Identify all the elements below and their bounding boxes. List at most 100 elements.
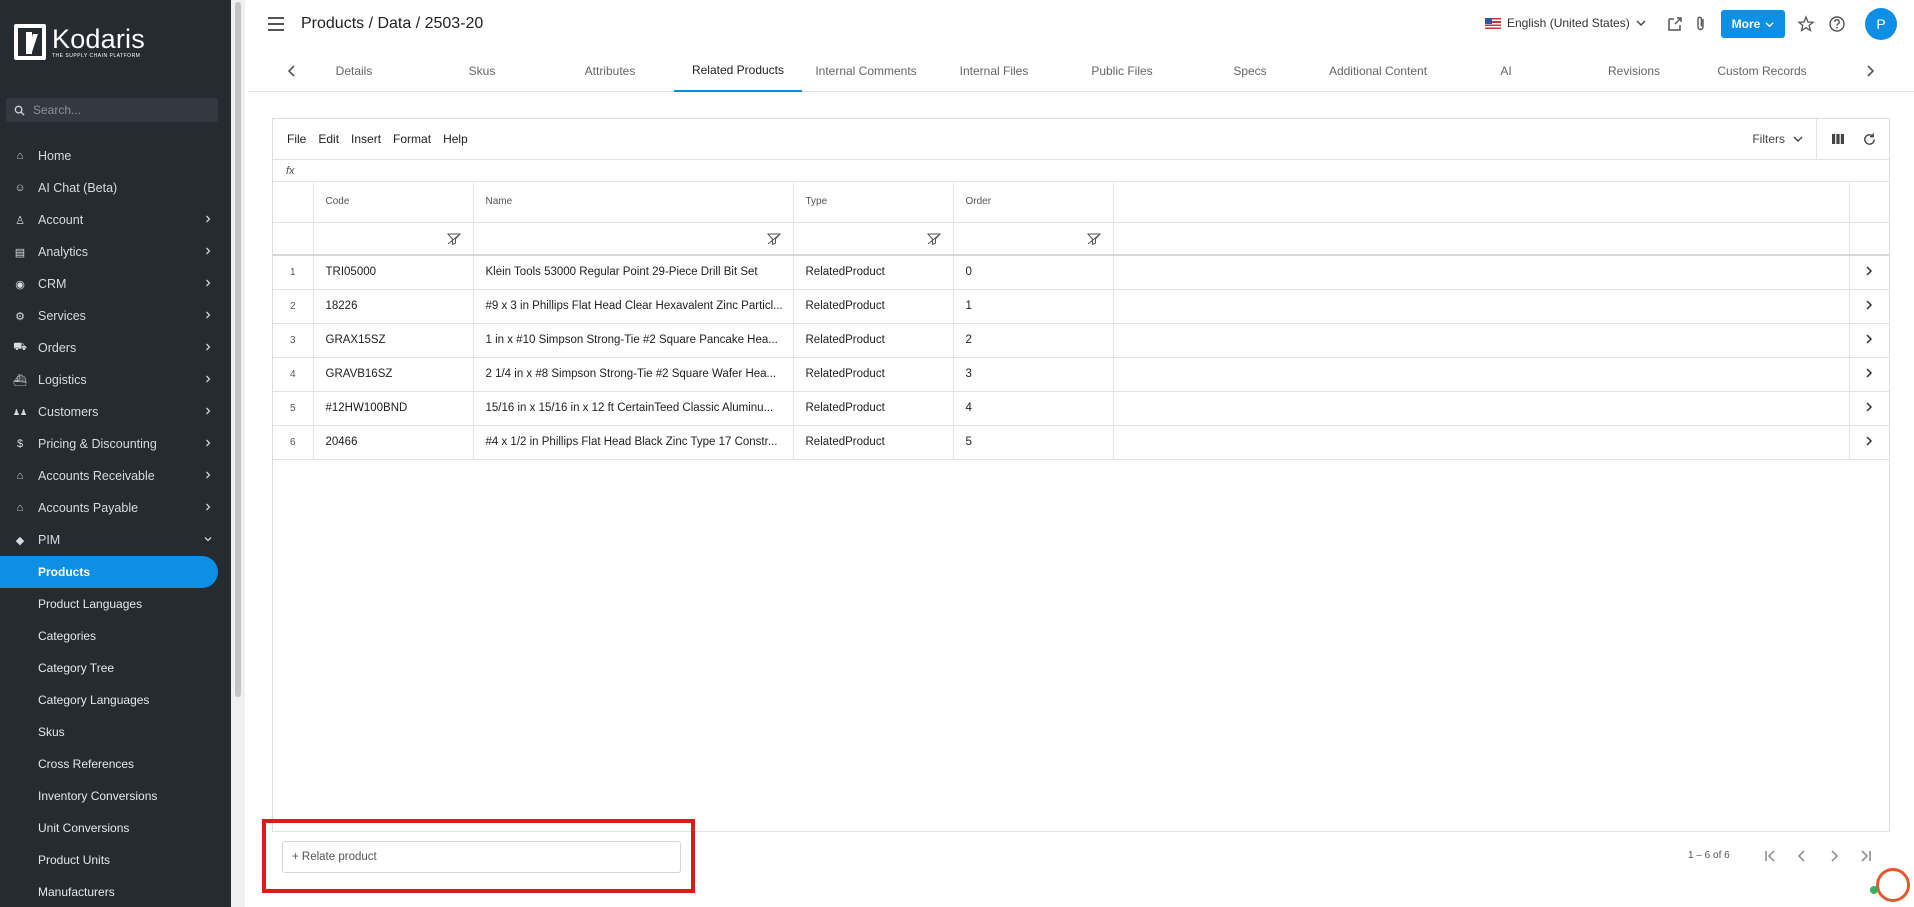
menu-toggle-icon[interactable] xyxy=(268,17,284,31)
table-row[interactable]: 1 TRI05000 Klein Tools 53000 Regular Point… xyxy=(273,255,1889,290)
help-icon[interactable] xyxy=(1828,15,1846,33)
sidebar-item-pim[interactable]: ◆ PIM xyxy=(0,524,231,556)
menu-file[interactable]: File xyxy=(287,132,306,146)
cell-order[interactable]: 3 xyxy=(953,357,1114,392)
cell-order[interactable]: 0 xyxy=(953,255,1114,290)
sidebar-subitem-cross-references[interactable]: Cross References xyxy=(0,748,231,780)
cell-type[interactable]: RelatedProduct xyxy=(793,289,954,324)
columns-icon[interactable] xyxy=(1831,132,1845,146)
row-open-button[interactable] xyxy=(1849,289,1889,324)
sidebar-subitem-categories[interactable]: Categories xyxy=(0,620,231,652)
filter-cell-code[interactable] xyxy=(313,222,474,256)
sidebar-item-home[interactable]: ⌂ Home xyxy=(0,140,231,172)
open-external-icon[interactable] xyxy=(1666,15,1684,33)
sidebar-subitem-category-languages[interactable]: Category Languages xyxy=(0,684,231,716)
filter-clear-icon[interactable] xyxy=(766,233,781,245)
sidebar-item-ai-chat-beta[interactable]: ☺ AI Chat (Beta) xyxy=(0,172,231,204)
more-button[interactable]: More xyxy=(1721,10,1785,38)
language-selector[interactable]: English (United States) xyxy=(1485,16,1646,30)
row-open-button[interactable] xyxy=(1849,255,1889,290)
cell-name[interactable]: #4 x 1/2 in Phillips Flat Head Black Zin… xyxy=(473,425,794,460)
tab-attributes[interactable]: Attributes xyxy=(546,50,674,92)
sidebar-subitem-manufacturers[interactable]: Manufacturers xyxy=(0,876,231,907)
formula-bar[interactable]: fx xyxy=(273,160,1889,182)
sidebar-item-crm[interactable]: ◉ CRM xyxy=(0,268,231,300)
last-page-icon[interactable] xyxy=(1858,848,1874,864)
sidebar-search-input[interactable]: Search... xyxy=(6,98,218,122)
cell-name[interactable]: 2 1/4 in x #8 Simpson Strong-Tie #2 Squa… xyxy=(473,357,794,392)
cell-code[interactable]: 20466 xyxy=(313,425,474,460)
sidebar-scrollbar[interactable] xyxy=(231,0,245,907)
cell-name[interactable]: Klein Tools 53000 Regular Point 29-Piece… xyxy=(473,255,794,290)
column-header-code[interactable]: Code xyxy=(313,182,474,223)
filter-cell-type[interactable] xyxy=(793,222,954,256)
table-row[interactable]: 4 GRAVB16SZ 2 1/4 in x #8 Simpson Strong-T… xyxy=(273,357,1889,392)
sidebar-item-account[interactable]: ♙ Account xyxy=(0,204,231,236)
sidebar-subitem-unit-conversions[interactable]: Unit Conversions xyxy=(0,812,231,844)
cell-code[interactable]: GRAX15SZ xyxy=(313,323,474,358)
row-open-button[interactable] xyxy=(1849,391,1889,426)
sidebar-item-services[interactable]: ⚙ Services xyxy=(0,300,231,332)
tab-related-products[interactable]: Related Products xyxy=(674,50,802,92)
cell-type[interactable]: RelatedProduct xyxy=(793,357,954,392)
table-row[interactable]: 6 20466 #4 x 1/2 in Phillips Flat Head Bla… xyxy=(273,425,1889,460)
cell-code[interactable]: TRI05000 xyxy=(313,255,474,290)
table-row[interactable]: 3 GRAX15SZ 1 in x #10 Simpson Strong-Tie #… xyxy=(273,323,1889,358)
cell-order[interactable]: 2 xyxy=(953,323,1114,358)
filter-cell-name[interactable] xyxy=(473,222,794,256)
sidebar-subitem-skus[interactable]: Skus xyxy=(0,716,231,748)
menu-insert[interactable]: Insert xyxy=(351,132,381,146)
table-row[interactable]: 2 18226 #9 x 3 in Phillips Flat Head Clear… xyxy=(273,289,1889,324)
filter-clear-icon[interactable] xyxy=(1086,233,1101,245)
tab-skus[interactable]: Skus xyxy=(418,50,546,92)
next-page-icon[interactable] xyxy=(1826,848,1842,864)
tab-public-files[interactable]: Public Files xyxy=(1058,50,1186,92)
tab-ai[interactable]: AI xyxy=(1442,50,1570,92)
cell-order[interactable]: 4 xyxy=(953,391,1114,426)
tabs-scroll-right-icon[interactable] xyxy=(1862,63,1878,79)
cell-type[interactable]: RelatedProduct xyxy=(793,391,954,426)
star-icon[interactable] xyxy=(1797,15,1815,33)
kodaris-logo[interactable]: Kodaris THE SUPPLY CHAIN PLATFORM xyxy=(14,22,145,62)
refresh-icon[interactable] xyxy=(1862,132,1877,147)
cell-type[interactable]: RelatedProduct xyxy=(793,323,954,358)
chat-support-icon[interactable] xyxy=(1876,868,1910,902)
column-header-order[interactable]: Order xyxy=(953,182,1114,223)
sidebar-item-analytics[interactable]: ▤ Analytics xyxy=(0,236,231,268)
tab-revisions[interactable]: Revisions xyxy=(1570,50,1698,92)
filter-clear-icon[interactable] xyxy=(926,233,941,245)
menu-help[interactable]: Help xyxy=(443,132,468,146)
cell-order[interactable]: 1 xyxy=(953,289,1114,324)
cell-code[interactable]: GRAVB16SZ xyxy=(313,357,474,392)
tab-custom-records[interactable]: Custom Records xyxy=(1698,50,1826,92)
column-header-name[interactable]: Name xyxy=(473,182,794,223)
row-open-button[interactable] xyxy=(1849,425,1889,460)
cell-code[interactable]: 18226 xyxy=(313,289,474,324)
menu-format[interactable]: Format xyxy=(393,132,431,146)
table-row[interactable]: 5 #12HW100BND 15/16 in x 15/16 in x 12 ft … xyxy=(273,391,1889,426)
sidebar-item-accounts-payable[interactable]: ⌂ Accounts Payable xyxy=(0,492,231,524)
sidebar-subitem-product-languages[interactable]: Product Languages xyxy=(0,588,231,620)
filter-cell-order[interactable] xyxy=(953,222,1114,256)
cell-order[interactable]: 5 xyxy=(953,425,1114,460)
user-avatar[interactable]: P xyxy=(1865,8,1897,40)
sidebar-subitem-inventory-conversions[interactable]: Inventory Conversions xyxy=(0,780,231,812)
sidebar-scrollbar-thumb[interactable] xyxy=(235,2,241,697)
sidebar-subitem-products[interactable]: Products xyxy=(0,556,218,588)
tab-additional-content[interactable]: Additional Content xyxy=(1314,50,1442,92)
tab-specs[interactable]: Specs xyxy=(1186,50,1314,92)
cell-name[interactable]: 1 in x #10 Simpson Strong-Tie #2 Square … xyxy=(473,323,794,358)
menu-edit[interactable]: Edit xyxy=(318,132,339,146)
tab-internal-comments[interactable]: Internal Comments xyxy=(802,50,930,92)
first-page-icon[interactable] xyxy=(1762,848,1778,864)
sidebar-item-accounts-receivable[interactable]: ⌂ Accounts Receivable xyxy=(0,460,231,492)
sidebar-item-pricing-discounting[interactable]: $ Pricing & Discounting xyxy=(0,428,231,460)
column-header-type[interactable]: Type xyxy=(793,182,954,223)
cell-name[interactable]: 15/16 in x 15/16 in x 12 ft CertainTeed … xyxy=(473,391,794,426)
previous-page-icon[interactable] xyxy=(1794,848,1810,864)
cell-name[interactable]: #9 x 3 in Phillips Flat Head Clear Hexav… xyxy=(473,289,794,324)
row-open-button[interactable] xyxy=(1849,323,1889,358)
cell-code[interactable]: #12HW100BND xyxy=(313,391,474,426)
attachment-icon[interactable] xyxy=(1692,15,1710,33)
sidebar-subitem-category-tree[interactable]: Category Tree xyxy=(0,652,231,684)
